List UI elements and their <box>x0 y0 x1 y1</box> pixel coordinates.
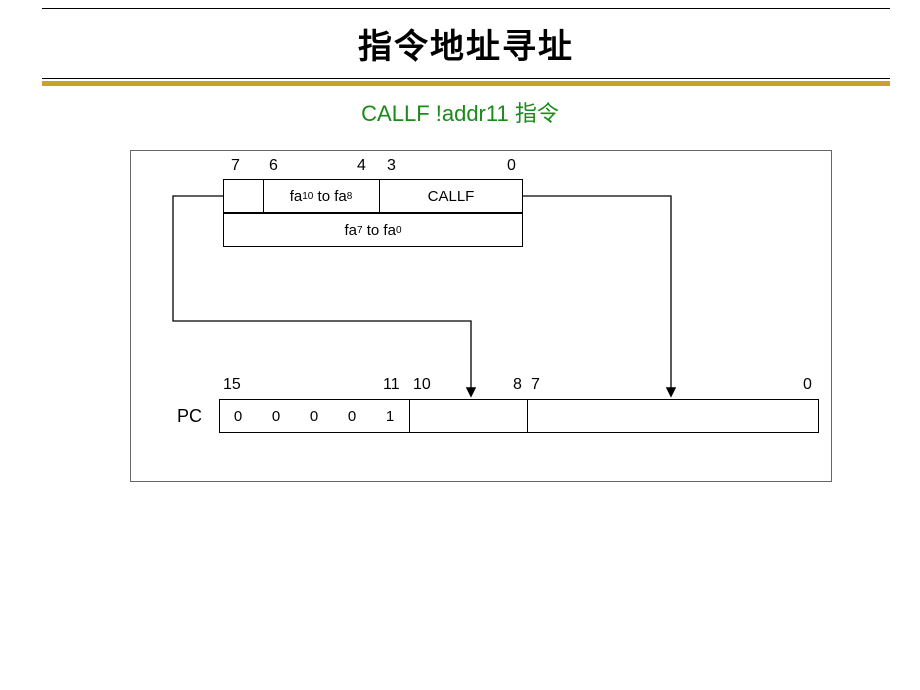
pc-bit-15: 0 <box>219 399 257 433</box>
tick-0: 0 <box>507 157 516 175</box>
slide: 指令地址寻址 CALLF !addr11 指令 7 6 4 3 0 fa10 t… <box>0 0 920 690</box>
cell-callf: CALLF <box>379 179 523 213</box>
pc-bit-13: 0 <box>295 399 333 433</box>
gold-underline <box>42 81 890 86</box>
pc-bit-11: 1 <box>371 399 409 433</box>
pc-tick-8: 8 <box>513 376 522 394</box>
pc-tick-11: 11 <box>383 376 400 394</box>
pc-tick-15: 15 <box>223 376 241 394</box>
arrow-fa-lo-to-pc <box>523 196 671 395</box>
pc-div1 <box>409 399 410 433</box>
header: 指令地址寻址 <box>42 8 890 86</box>
tick-7: 7 <box>231 157 240 175</box>
tick-4: 4 <box>357 157 366 175</box>
pc-tick-0: 0 <box>803 376 812 394</box>
pc-tick-10: 10 <box>413 376 431 394</box>
diagram-container: 7 6 4 3 0 fa10 to fa8 CALLF fa7 to fa0 1… <box>130 150 832 482</box>
subtitle: CALLF !addr11 指令 <box>0 96 920 128</box>
pc-tick-7: 7 <box>531 376 540 394</box>
pc-fixed-bits: 0 0 0 0 1 <box>219 399 409 433</box>
instr-row2: fa7 to fa0 <box>223 213 523 247</box>
pc-bit-12: 0 <box>333 399 371 433</box>
mid-rule <box>42 78 890 79</box>
cell-fa-hi: fa10 to fa8 <box>263 179 379 213</box>
tick-6: 6 <box>269 157 278 175</box>
pc-label: PC <box>177 406 202 427</box>
top-rule <box>42 8 890 9</box>
tick-3: 3 <box>387 157 396 175</box>
pc-div2 <box>527 399 528 433</box>
page-title: 指令地址寻址 <box>42 11 890 78</box>
pc-bit-14: 0 <box>257 399 295 433</box>
